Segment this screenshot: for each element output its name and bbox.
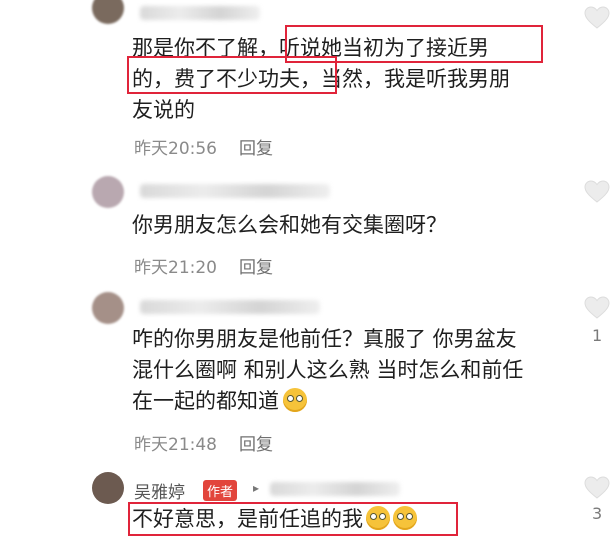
- avatar[interactable]: [92, 176, 124, 208]
- smiling-face-icon: [283, 388, 307, 412]
- comment-time: 昨天20:56: [134, 139, 217, 159]
- reply-button[interactable]: 回复: [239, 435, 273, 455]
- reply-button[interactable]: 回复: [239, 258, 273, 278]
- like-count: 3: [592, 504, 603, 523]
- heart-outline-icon[interactable]: [584, 296, 610, 320]
- comment-item: 你男朋友怎么会和她有交集圈呀？ 昨天21:20 回复: [0, 170, 611, 280]
- username-blurred: [270, 482, 400, 496]
- username-blurred: [140, 6, 260, 20]
- reply-arrow-icon: ▸: [253, 481, 260, 495]
- like-count: 1: [592, 326, 603, 345]
- comment-meta: 昨天21:20 回复: [134, 253, 273, 278]
- author-name[interactable]: 吴雅婷: [134, 478, 185, 503]
- comment-text: 你男朋友怎么会和她有交集圈呀？: [132, 213, 447, 237]
- comment-time: 昨天21:48: [134, 435, 217, 455]
- heart-outline-icon[interactable]: [584, 476, 610, 500]
- comment-meta: 昨天21:48 回复: [134, 430, 273, 455]
- author-badge: 作者: [203, 480, 238, 501]
- avatar[interactable]: [92, 0, 124, 24]
- heart-outline-icon[interactable]: [584, 6, 610, 30]
- avatar[interactable]: [92, 292, 124, 324]
- highlight-box: [127, 56, 337, 94]
- comment-item: 那是你不了解，听说她当初为了接近男 的，费了不少功夫，当然，我是听我男朋 友说的…: [0, 0, 611, 170]
- comment-meta: 昨天20:56 回复: [134, 134, 273, 159]
- username-blurred: [140, 300, 320, 314]
- comment-text: 咋的你男朋友是他前任？真服了 你男盆友 混什么圈啊 和别人这么熟 当时怎么和前任…: [132, 327, 524, 413]
- comment-time: 昨天21:20: [134, 258, 217, 278]
- highlight-box: [128, 502, 458, 536]
- avatar[interactable]: [92, 472, 124, 504]
- comment-item: 咋的你男朋友是他前任？真服了 你男盆友 混什么圈啊 和别人这么熟 当时怎么和前任…: [0, 280, 611, 460]
- username-blurred: [140, 184, 330, 198]
- heart-outline-icon[interactable]: [584, 180, 610, 204]
- reply-button[interactable]: 回复: [239, 139, 273, 159]
- comment-item: 吴雅婷 作者 ▸ 不好意思，是前任追的我 3: [0, 460, 611, 536]
